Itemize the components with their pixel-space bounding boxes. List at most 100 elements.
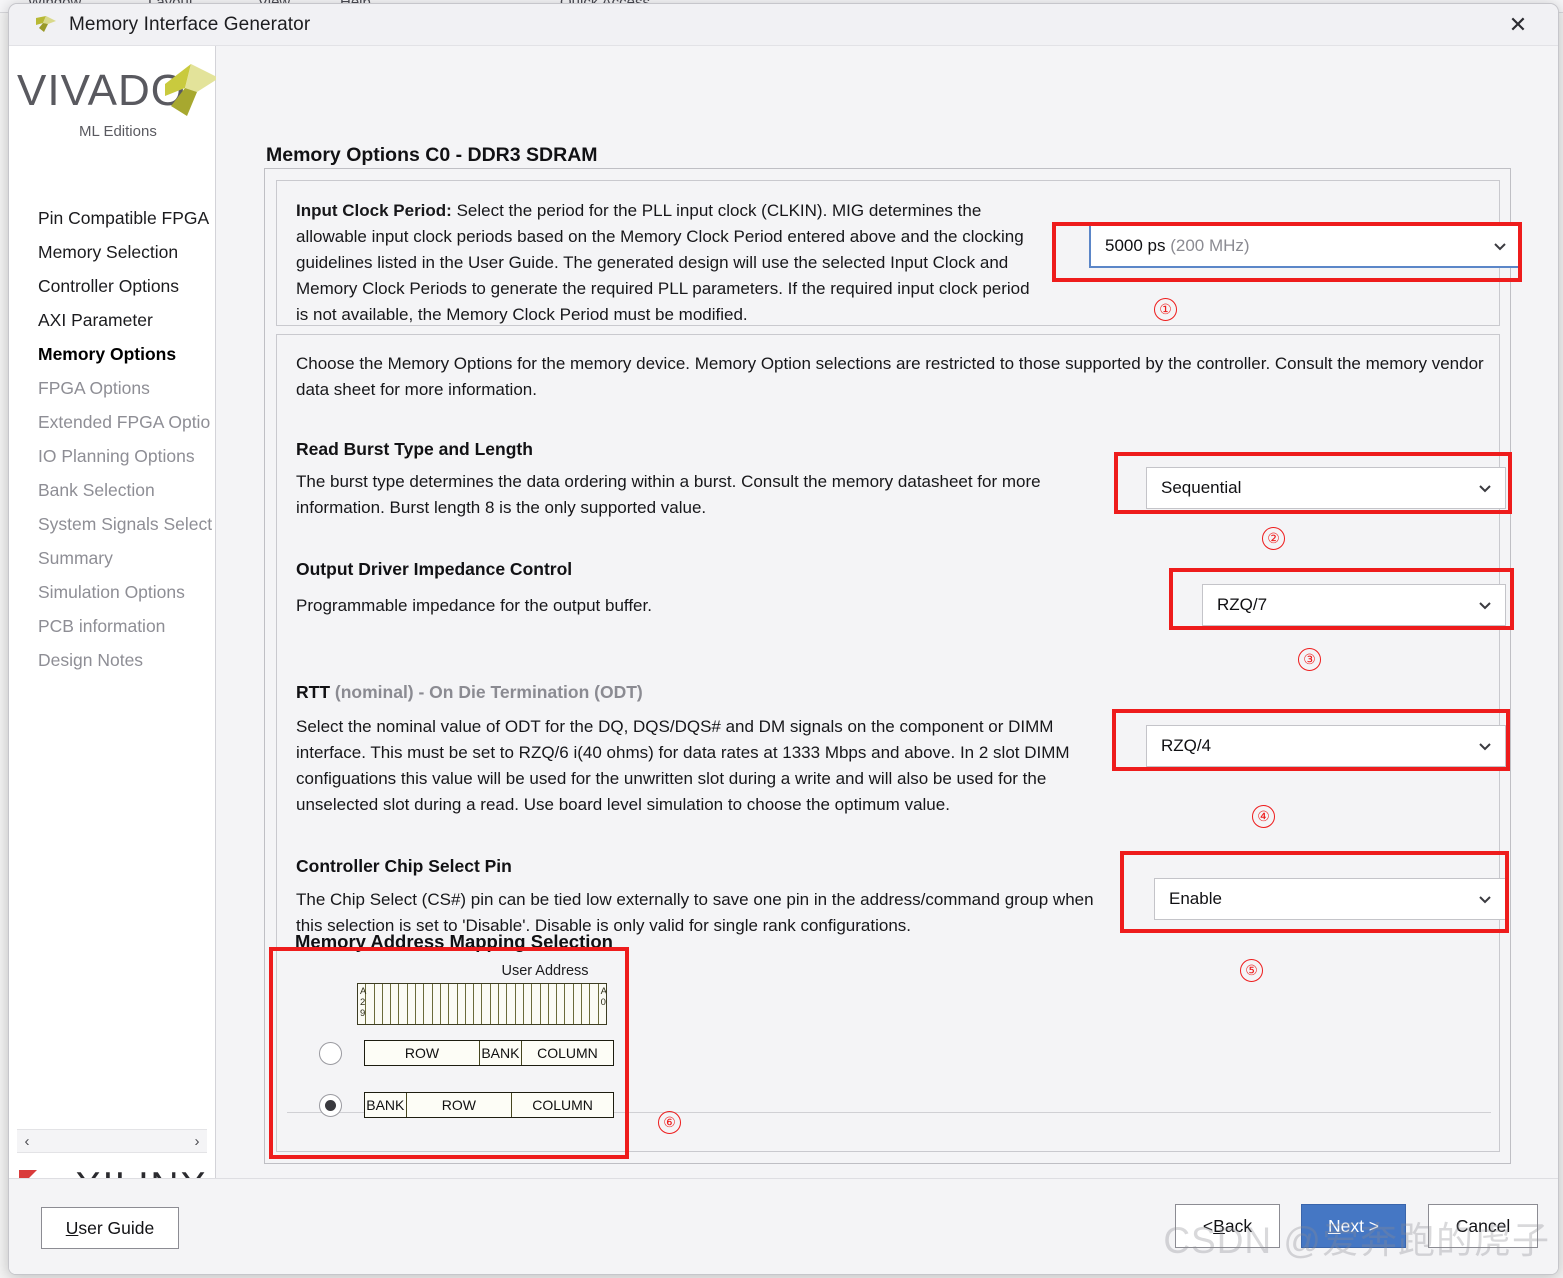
sidebar-item-simulation-options[interactable]: Simulation Options <box>9 575 215 609</box>
address-bit-cell <box>391 984 400 1024</box>
memory-options-group: Choose the Memory Options for the memory… <box>276 334 1506 1152</box>
input-clock-period-label: Input Clock Period: <box>296 201 452 220</box>
read-burst-description: The burst type determines the data order… <box>296 472 1041 517</box>
address-bit-cell <box>458 984 466 1024</box>
dialog-title: Memory Interface Generator <box>69 13 311 35</box>
address-bit-cell <box>499 984 508 1024</box>
segment-column: COLUMN <box>532 1097 593 1113</box>
scroll-left-icon[interactable]: ‹ <box>17 1133 37 1150</box>
next-label: ext > <box>1340 1215 1380 1236</box>
next-button[interactable]: Next > <box>1301 1204 1406 1248</box>
vivado-app-icon <box>35 15 57 35</box>
sidebar-item-system-signals-select[interactable]: System Signals Select <box>9 507 215 541</box>
sidebar-item-axi-parameter[interactable]: AXI Parameter <box>9 303 215 337</box>
chevron-down-icon <box>1479 896 1491 904</box>
vivado-logo: VIVADO. ML Editions <box>9 46 219 146</box>
sidebar-item-controller-options[interactable]: Controller Options <box>9 269 215 303</box>
next-mnemonic: N <box>1327 1215 1341 1236</box>
rtt-nominal-dropdown[interactable]: RZQ/4 <box>1146 725 1506 767</box>
segment-row: ROW <box>407 1093 513 1117</box>
dialog-titlebar: Memory Interface Generator ✕ <box>9 4 1558 46</box>
address-bit-cell <box>482 984 491 1024</box>
address-bit-cell <box>574 984 583 1024</box>
user-guide-button[interactable]: User Guide <box>41 1207 179 1249</box>
dialog-body: VIVADO. ML Editions Pin Compatible FPGA … <box>9 46 1558 1274</box>
address-bit-cell <box>433 984 441 1024</box>
clock-period-ps: 5000 ps <box>1105 236 1166 255</box>
address-bit-cell <box>549 984 558 1024</box>
chevron-down-icon <box>1479 602 1491 610</box>
chevron-down-icon <box>1479 743 1491 751</box>
page-title: Memory Options C0 - DDR3 SDRAM <box>266 144 598 166</box>
output-driver-impedance-dropdown[interactable]: RZQ/7 <box>1202 584 1506 626</box>
rtt-heading-bold: RTT <box>296 682 331 702</box>
chevron-down-icon <box>1479 485 1491 493</box>
sidebar-item-bank-selection[interactable]: Bank Selection <box>9 473 215 507</box>
address-bit-cell <box>399 984 408 1024</box>
address-map-radio-bank-row-column[interactable] <box>319 1093 342 1117</box>
chevron-down-icon <box>1494 243 1506 251</box>
segment-bank: BANK <box>365 1093 407 1117</box>
segment-row: ROW <box>365 1041 480 1065</box>
controller-chip-select-value: Enable <box>1169 889 1222 908</box>
rtt-heading-gray: (nominal) - On Die Termination (ODT) <box>330 682 643 702</box>
address-bit-cell <box>590 984 599 1024</box>
input-clock-period-value: 5000 ps (200 MHz) <box>1105 236 1492 256</box>
output-driver-impedance-value: RZQ/7 <box>1217 595 1268 614</box>
close-icon[interactable]: ✕ <box>1496 10 1540 40</box>
sidebar-item-design-notes[interactable]: Design Notes <box>9 643 215 677</box>
input-clock-period-dropdown[interactable]: 5000 ps (200 MHz) <box>1089 224 1522 268</box>
memory-options-panel: Input Clock Period: Select the period fo… <box>264 168 1522 1164</box>
wizard-content: Memory Options C0 - DDR3 SDRAM Input Clo… <box>216 46 1558 1274</box>
user-address-bitmap: A 2 9 A 0 <box>357 983 607 1025</box>
address-bit-cell <box>532 984 541 1024</box>
user-address-label: User Address <box>501 963 589 979</box>
sidebar-item-summary[interactable]: Summary <box>9 541 215 575</box>
back-mnemonic: B <box>1213 1215 1225 1236</box>
sidebar-item-pin-compatible-fpga[interactable]: Pin Compatible FPGA <box>9 201 215 235</box>
address-mapping-title: Memory Address Mapping Selection <box>295 931 613 952</box>
sidebar-horizontal-scrollbar[interactable]: ‹ › <box>17 1129 207 1153</box>
sidebar-item-extended-fpga-options[interactable]: Extended FPGA Optio <box>9 405 215 439</box>
annotation-marker-2: ② <box>1262 527 1285 550</box>
read-burst-type-dropdown[interactable]: Sequential <box>1146 467 1506 509</box>
back-button[interactable]: < Back <box>1175 1204 1280 1248</box>
wizard-sidebar: VIVADO. ML Editions Pin Compatible FPGA … <box>9 46 219 1274</box>
sidebar-item-fpga-options[interactable]: FPGA Options <box>9 371 215 405</box>
address-bit-cell <box>375 984 383 1024</box>
address-bit-cell <box>565 984 574 1024</box>
back-label: ack <box>1224 1215 1253 1236</box>
annotation-marker-3: ③ <box>1298 648 1321 671</box>
address-bit-cell <box>582 984 591 1024</box>
output-driver-heading: Output Driver Impedance Control <box>296 559 573 579</box>
segment-column: COLUMN <box>537 1045 598 1061</box>
sidebar-item-io-planning-options[interactable]: IO Planning Options <box>9 439 215 473</box>
controller-chip-select-dropdown[interactable]: Enable <box>1154 878 1506 920</box>
address-map-radio-row-bank-column[interactable] <box>319 1041 342 1065</box>
scroll-right-icon[interactable]: › <box>187 1133 207 1150</box>
address-bit-cell <box>524 984 533 1024</box>
back-prefix: < <box>1202 1215 1214 1236</box>
user-guide-label: ser Guide <box>78 1217 155 1238</box>
sidebar-item-memory-selection[interactable]: Memory Selection <box>9 235 215 269</box>
address-bit-cell <box>491 984 500 1024</box>
address-bit-cell <box>516 984 524 1024</box>
address-bit-cell <box>449 984 458 1024</box>
address-bit-cell <box>366 984 375 1024</box>
sidebar-item-pcb-information[interactable]: PCB information <box>9 609 215 643</box>
cancel-label: Cancel <box>1455 1215 1511 1236</box>
read-burst-heading: Read Burst Type and Length <box>296 439 533 459</box>
address-map-option-row-1[interactable]: ROW BANK COLUMN <box>319 1040 614 1066</box>
cancel-button[interactable]: Cancel <box>1428 1204 1538 1248</box>
scrollbar-track[interactable] <box>37 1136 187 1147</box>
input-clock-period-description: Input Clock Period: Select the period fo… <box>296 198 1036 328</box>
address-bit-cell <box>441 984 450 1024</box>
dialog-footer: User Guide < Back Next > Cancel CSDN @爱奔… <box>9 1178 1558 1274</box>
rtt-nominal-value: RZQ/4 <box>1161 736 1212 755</box>
address-bit-cell <box>383 984 392 1024</box>
memory-options-intro: Choose the Memory Options for the memory… <box>296 354 1484 399</box>
read-burst-type-value: Sequential <box>1161 478 1242 497</box>
annotation-marker-1: ① <box>1154 298 1177 321</box>
sidebar-item-memory-options[interactable]: Memory Options <box>9 337 215 371</box>
address-map-option-row-2[interactable]: BANK ROW COLUMN <box>319 1092 614 1118</box>
